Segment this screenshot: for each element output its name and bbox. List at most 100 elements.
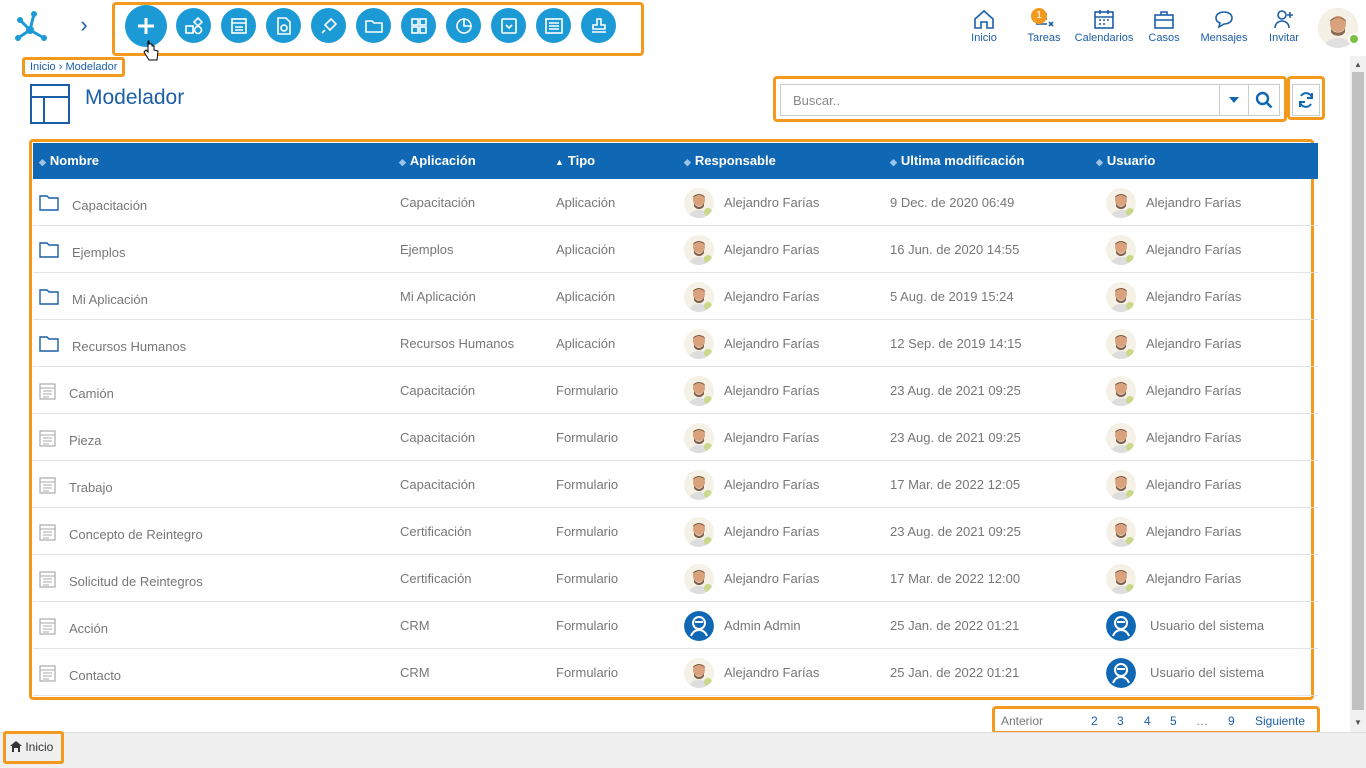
cell-nombre[interactable]: Camión — [69, 386, 114, 401]
header-responsable[interactable]: ◆ Responsable — [684, 153, 776, 168]
cell-nombre[interactable]: Mi Aplicación — [72, 292, 148, 307]
avatar — [1106, 423, 1136, 453]
nav-invitar[interactable]: Invitar — [1252, 8, 1316, 44]
table-row[interactable]: Mi Aplicación Mi Aplicación Aplicación Alej… — [33, 273, 1318, 320]
cell-aplicacion: Certificación — [400, 571, 472, 586]
add-user-icon — [1274, 10, 1293, 29]
table-row[interactable]: Contacto CRM Formulario Alejandro Farías 25 … — [33, 649, 1318, 696]
table-row[interactable]: Solicitud de Reintegros Certificación Form… — [33, 555, 1318, 602]
bottom-tab-bar — [0, 732, 1366, 768]
nav-casos[interactable]: Casos — [1132, 8, 1196, 44]
search-input[interactable] — [780, 84, 1220, 116]
table-row[interactable]: Concepto de Reintegro Certificación Formul… — [33, 508, 1318, 555]
header-tipo[interactable]: ▲ Tipo — [555, 153, 595, 168]
cell-aplicacion: CRM — [400, 618, 430, 633]
table-body: Capacitación Capacitación Aplicación Alejan… — [33, 179, 1318, 696]
header-nombre[interactable]: ◆ Nombre — [39, 153, 99, 168]
nav-inicio[interactable]: Inicio — [952, 8, 1016, 44]
header-usuario[interactable]: ◆ Usuario — [1096, 153, 1155, 168]
form-button[interactable] — [221, 8, 256, 43]
nav-mensajes[interactable]: Mensajes — [1192, 8, 1256, 44]
nav-calendarios[interactable]: Calendarios — [1072, 8, 1136, 44]
models-table: ◆ Nombre ◆ Aplicación ▲ Tipo ◆ Responsable ◆… — [33, 143, 1318, 696]
chat-bubble-icon — [1215, 11, 1233, 29]
list-doc-button[interactable] — [536, 8, 571, 43]
system-user-avatar — [684, 611, 714, 641]
cell-usuario: Alejandro Farías — [1146, 430, 1242, 445]
cell-usuario: Alejandro Farías — [1146, 195, 1242, 210]
system-user-avatar — [1106, 658, 1136, 688]
cell-usuario: Alejandro Farías — [1146, 289, 1242, 304]
sort-icon: ◆ — [890, 157, 897, 167]
header-aplicacion[interactable]: ◆ Aplicación — [399, 153, 476, 168]
table-row[interactable]: Recursos Humanos Recursos Humanos Aplicaci… — [33, 320, 1318, 367]
archive-button[interactable] — [491, 8, 526, 43]
cell-usuario: Alejandro Farías — [1146, 383, 1242, 398]
pager-next[interactable]: Siguiente — [1255, 714, 1305, 728]
stamp-button[interactable] — [581, 8, 616, 43]
avatar — [684, 188, 714, 218]
cell-nombre[interactable]: Capacitación — [72, 198, 147, 213]
table-row[interactable]: Acción CRM Formulario Admin Admin 25 Jan. de… — [33, 602, 1318, 649]
stamp-icon — [591, 17, 606, 33]
nav-mensajes-label: Mensajes — [1200, 32, 1248, 44]
pager-page-9[interactable]: 9 — [1228, 714, 1235, 728]
table-row[interactable]: Capacitación Capacitación Aplicación Alejan… — [33, 179, 1318, 226]
cell-responsable: Alejandro Farías — [724, 383, 820, 398]
plug-button[interactable] — [311, 8, 346, 43]
cell-nombre[interactable]: Ejemplos — [72, 245, 125, 260]
modeler-layout-icon — [30, 84, 70, 124]
system-user-avatar — [1106, 611, 1136, 641]
scrollbar-thumb[interactable] — [1352, 72, 1364, 710]
search-filter-dropdown[interactable] — [1219, 84, 1249, 116]
form-icon — [39, 571, 56, 591]
cell-nombre[interactable]: Trabajo — [69, 480, 113, 495]
table-row[interactable]: Camión Capacitación Formulario Alejandro Fa… — [33, 367, 1318, 414]
cell-nombre[interactable]: Acción — [69, 621, 108, 636]
cell-nombre[interactable]: Recursos Humanos — [72, 339, 186, 354]
briefcase-icon — [1154, 11, 1174, 29]
pager-page-4[interactable]: 4 — [1144, 714, 1151, 728]
scroll-down-icon[interactable]: ▼ — [1353, 718, 1363, 728]
cell-aplicacion: Capacitación — [400, 430, 476, 445]
form-icon — [39, 665, 56, 685]
table-row[interactable]: Ejemplos Ejemplos Aplicación Alejandro Farí… — [33, 226, 1318, 273]
pager-page-3[interactable]: 3 — [1117, 714, 1124, 728]
cell-nombre[interactable]: Contacto — [69, 668, 121, 683]
form-icon — [39, 383, 56, 403]
cell-responsable: Admin Admin — [724, 618, 801, 633]
table-row[interactable]: Pieza Capacitación Formulario Alejandro Far… — [33, 414, 1318, 461]
scroll-up-icon[interactable]: ▲ — [1353, 60, 1363, 70]
app-logo-icon[interactable] — [12, 8, 48, 44]
grid-button[interactable] — [401, 8, 436, 43]
header-ultima-modificacion[interactable]: ◆ Ultima modificación — [890, 153, 1024, 168]
folder-icon — [39, 241, 59, 261]
cell-nombre[interactable]: Pieza — [69, 433, 102, 448]
pager-prev[interactable]: Anterior — [1001, 714, 1043, 728]
pager-page-1[interactable]: 1 — [1065, 714, 1072, 728]
cell-usuario: Alejandro Farías — [1146, 242, 1242, 257]
cell-responsable: Alejandro Farías — [724, 477, 820, 492]
search-button[interactable] — [1248, 84, 1280, 116]
folder-button[interactable] — [356, 8, 391, 43]
home-tab[interactable]: Inicio — [10, 740, 53, 754]
settings-doc-button[interactable] — [266, 8, 301, 43]
shapes-button[interactable] — [176, 8, 211, 43]
nav-tareas[interactable]: Tareas 1 — [1012, 8, 1076, 44]
table-row[interactable]: Trabajo Capacitación Formulario Alejandro F… — [33, 461, 1318, 508]
cell-nombre[interactable]: Solicitud de Reintegros — [69, 574, 203, 589]
chevron-right-icon[interactable]: › — [74, 12, 94, 38]
avatar — [1106, 564, 1136, 594]
pager-page-5[interactable]: 5 — [1170, 714, 1177, 728]
refresh-button[interactable] — [1292, 84, 1320, 116]
avatar — [684, 235, 714, 265]
cell-responsable: Alejandro Farías — [724, 242, 820, 257]
cell-nombre[interactable]: Concepto de Reintegro — [69, 527, 203, 542]
header-usuario-label: Usuario — [1106, 153, 1156, 168]
avatar — [684, 376, 714, 406]
chart-button[interactable] — [446, 8, 481, 43]
grid-icon — [410, 17, 427, 34]
folder-icon — [39, 194, 59, 214]
breadcrumb[interactable]: Inicio › Modelador — [30, 61, 117, 73]
pager-page-2[interactable]: 2 — [1091, 714, 1098, 728]
